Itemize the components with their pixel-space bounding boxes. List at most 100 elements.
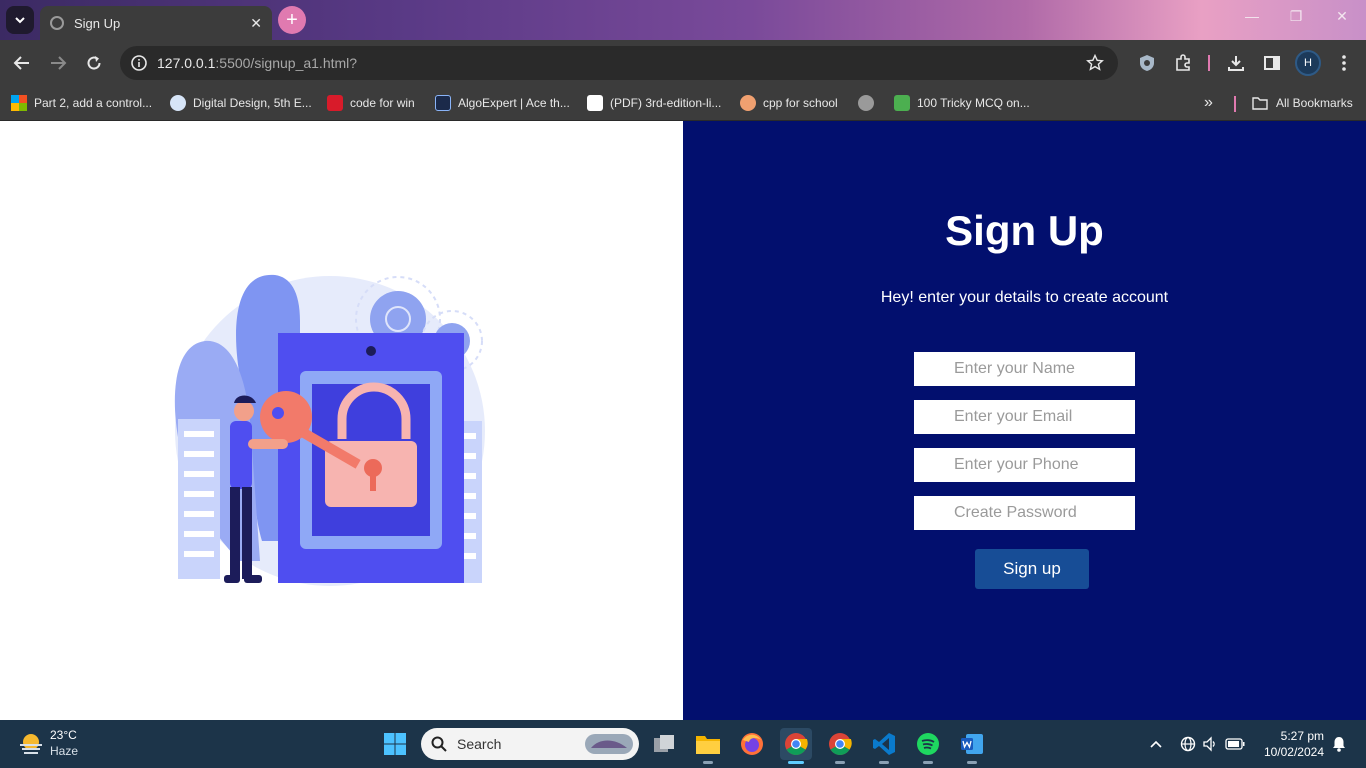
notifications-button[interactable] xyxy=(1328,728,1350,760)
arrow-right-icon xyxy=(51,56,67,70)
bookmark-item[interactable]: (PDF) 3rd-edition-li... xyxy=(587,92,721,114)
toolbar-divider xyxy=(1208,55,1210,71)
chrome-icon xyxy=(829,733,852,755)
clock-time[interactable]: 5:27 pm xyxy=(1262,729,1324,743)
minimize-button[interactable]: — xyxy=(1240,8,1264,24)
windows-icon xyxy=(384,733,406,755)
taskbar: 23°C Haze Search 5:27 pm 10/02/2024 xyxy=(0,720,1366,768)
spotify-button[interactable] xyxy=(912,728,944,764)
running-indicator xyxy=(923,761,933,764)
weather-temperature: 23°C xyxy=(50,728,77,742)
vscode-button[interactable] xyxy=(868,728,900,764)
microsoft-icon xyxy=(11,95,27,111)
spotify-icon xyxy=(917,733,939,755)
bookmark-item[interactable] xyxy=(858,92,881,114)
running-indicator xyxy=(967,761,977,764)
search-highlight-image xyxy=(585,734,633,754)
clock-date[interactable]: 10/02/2024 xyxy=(1258,745,1324,759)
chevron-down-icon xyxy=(15,17,25,24)
sign-up-button[interactable]: Sign up xyxy=(975,549,1089,589)
back-button[interactable] xyxy=(10,51,34,75)
battery-button[interactable] xyxy=(1222,728,1248,760)
academia-icon xyxy=(587,95,603,111)
signup-form-pane: Sign Up Hey! enter your details to creat… xyxy=(683,121,1366,720)
bookmark-star-icon[interactable] xyxy=(1086,54,1104,72)
word-button[interactable] xyxy=(956,728,988,764)
active-indicator xyxy=(788,761,804,764)
running-indicator xyxy=(703,761,713,764)
bookmarks-divider xyxy=(1234,96,1236,112)
title-bar: Sign Up ✕ + — ❐ ✕ xyxy=(0,0,1366,40)
tab-title: Sign Up xyxy=(74,15,121,31)
reload-button[interactable] xyxy=(82,51,106,75)
form-subtitle: Hey! enter your details to create accoun… xyxy=(880,289,1169,306)
downloads-icon[interactable] xyxy=(1225,52,1247,74)
tab-search-button[interactable] xyxy=(6,6,34,34)
more-menu-icon[interactable] xyxy=(1333,52,1355,74)
address-bar[interactable]: 127.0.0.1:5500/signup_a1.html? xyxy=(120,46,1118,80)
bookmark-item[interactable]: cpp for school xyxy=(740,92,838,114)
url-text: 127.0.0.1:5500/signup_a1.html? xyxy=(157,55,358,71)
globe-icon xyxy=(858,95,874,111)
bookmark-item[interactable]: Digital Design, 5th E... xyxy=(170,92,312,114)
search-label: Search xyxy=(457,736,502,752)
file-explorer-button[interactable] xyxy=(692,728,724,764)
arrow-left-icon xyxy=(13,56,29,70)
extension-shield-icon[interactable] xyxy=(1136,52,1158,74)
dropbox-icon xyxy=(170,95,186,111)
extensions-puzzle-icon[interactable] xyxy=(1172,52,1194,74)
security-lock-illustration xyxy=(174,274,485,586)
word-icon xyxy=(961,734,983,754)
bookmark-item[interactable]: Part 2, add a control... xyxy=(11,92,152,114)
bookmark-item[interactable]: AlgoExpert | Ace th... xyxy=(435,92,570,114)
taskbar-search[interactable]: Search xyxy=(421,728,639,760)
bookmarks-overflow-button[interactable]: » xyxy=(1204,92,1213,114)
site-info-icon[interactable] xyxy=(130,54,148,72)
codingblocks-icon xyxy=(894,95,910,111)
haze-weather-icon xyxy=(20,734,42,754)
phone-field[interactable] xyxy=(914,448,1135,482)
maximize-button[interactable]: ❐ xyxy=(1284,8,1308,25)
email-field[interactable] xyxy=(914,400,1135,434)
chrome-icon xyxy=(785,733,808,755)
side-panel-icon[interactable] xyxy=(1261,52,1283,74)
globe-icon xyxy=(1180,736,1196,752)
show-hidden-icons-button[interactable] xyxy=(1144,728,1168,760)
close-window-button[interactable]: ✕ xyxy=(1330,8,1354,25)
chevron-up-icon xyxy=(1150,740,1162,748)
chrome-button[interactable] xyxy=(780,728,812,764)
task-view-button[interactable] xyxy=(648,728,680,760)
bell-icon xyxy=(1333,737,1345,752)
all-bookmarks-button[interactable]: All Bookmarks xyxy=(1252,92,1353,114)
start-button[interactable] xyxy=(379,728,411,760)
network-button[interactable] xyxy=(1176,728,1200,760)
folder-icon xyxy=(1252,97,1268,110)
name-field[interactable] xyxy=(914,352,1135,386)
speaker-icon xyxy=(1203,736,1215,752)
illustration-pane xyxy=(0,121,683,720)
page-viewport: Sign Up Hey! enter your details to creat… xyxy=(0,121,1366,720)
firefox-icon xyxy=(741,733,763,755)
bookmark-item[interactable]: 100 Tricky MCQ on... xyxy=(894,92,1030,114)
folder-icon xyxy=(696,736,720,754)
forward-button[interactable] xyxy=(46,51,70,75)
firefox-button[interactable] xyxy=(736,728,768,760)
cpp-icon xyxy=(740,95,756,111)
password-field[interactable] xyxy=(914,496,1135,530)
volume-button[interactable] xyxy=(1198,728,1222,760)
profile-avatar[interactable]: H xyxy=(1295,50,1321,76)
flag-icon xyxy=(327,95,343,111)
close-tab-icon[interactable]: ✕ xyxy=(250,15,262,32)
new-tab-button[interactable]: + xyxy=(278,6,306,34)
bookmarks-bar: Part 2, add a control... Digital Design,… xyxy=(0,86,1366,121)
vscode-icon xyxy=(873,733,895,755)
chrome-profile-button[interactable] xyxy=(824,728,856,764)
tab-sign-up[interactable]: Sign Up ✕ xyxy=(40,6,272,40)
bookmark-item[interactable]: code for win xyxy=(327,92,415,114)
battery-icon xyxy=(1225,738,1245,750)
weather-widget[interactable] xyxy=(18,732,44,761)
globe-icon xyxy=(50,16,64,30)
algoexpert-icon xyxy=(435,95,451,111)
reload-icon xyxy=(87,56,101,70)
weather-condition: Haze xyxy=(50,744,79,758)
